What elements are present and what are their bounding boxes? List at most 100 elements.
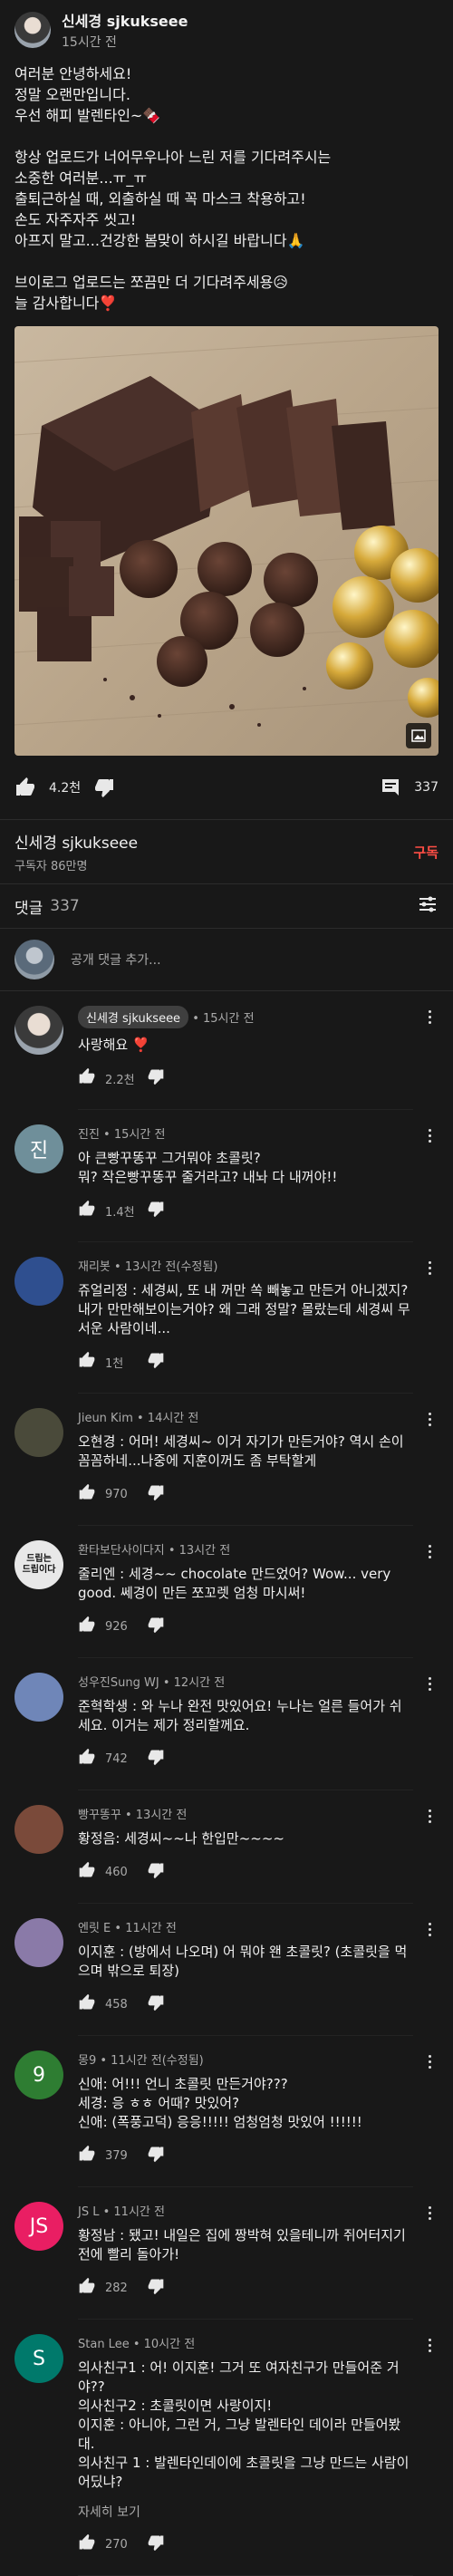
comment-author[interactable]: 환타보단사이다지 <box>78 1544 165 1558</box>
thumbs-up-icon[interactable] <box>78 1993 96 2015</box>
comment-text: 사랑해요 ❣️ <box>78 1037 149 1053</box>
thumbs-down-icon[interactable] <box>147 1351 165 1373</box>
commenter-avatar[interactable] <box>14 1408 63 1457</box>
comment-author[interactable]: 몽9 <box>78 2054 96 2068</box>
comment-author[interactable]: 재리봇 <box>78 1260 111 1274</box>
more-options-icon[interactable] <box>420 2050 439 2072</box>
comment-text: 황정음: 세경씨~~나 한입만~~~~ <box>78 1830 285 1847</box>
thumbs-up-icon[interactable] <box>78 1483 96 1505</box>
commenter-avatar[interactable]: JS <box>14 2202 63 2251</box>
commenter-avatar[interactable]: 9 <box>14 2050 63 2099</box>
thumbs-down-icon[interactable] <box>147 2533 165 2555</box>
thumbs-down-icon[interactable] <box>147 1483 165 1505</box>
comments-total: 337 <box>50 897 80 915</box>
post-body-text: 여러분 안녕하세요! 정말 오랜만입니다. 우선 해피 발렌타인~🍫 항상 업로… <box>14 65 332 312</box>
more-options-icon[interactable] <box>420 1006 439 1028</box>
meta-separator: • <box>111 1922 126 1935</box>
channel-name[interactable]: 신세경 sjkukseee <box>14 830 138 853</box>
meta-separator: • <box>129 2338 144 2351</box>
commenter-avatar[interactable]: S <box>14 2334 63 2383</box>
thumbs-down-icon[interactable] <box>147 2145 165 2166</box>
comment-meta: 성우진Sung WJ • 12시간 전 <box>78 1673 413 1690</box>
add-comment-input[interactable]: 공개 댓글 추가... <box>71 950 161 969</box>
thumbs-up-icon[interactable] <box>78 1861 96 1883</box>
commenter-avatar[interactable]: 진 <box>14 1124 63 1173</box>
more-options-icon[interactable] <box>420 1673 439 1694</box>
thumbs-up-icon[interactable] <box>78 1067 96 1089</box>
more-options-icon[interactable] <box>420 2202 439 2224</box>
more-options-icon[interactable] <box>420 1540 439 1562</box>
comment-like-count: 270 <box>105 2537 128 2552</box>
comment-author[interactable]: 엔릿 E <box>78 1922 111 1935</box>
author-avatar[interactable] <box>14 12 51 48</box>
post-action-bar: 4.2천 337 <box>0 756 453 819</box>
thumbs-up-icon[interactable] <box>78 2277 96 2299</box>
more-options-icon[interactable] <box>420 2334 439 2356</box>
more-options-icon[interactable] <box>420 1408 439 1430</box>
comment-text: 의사친구1 : 어! 이지훈! 그거 또 여자친구가 만들어준 거야?? 의사친… <box>78 2359 410 2490</box>
meta-separator: • <box>120 1809 136 1822</box>
thumbs-down-icon[interactable] <box>147 1861 165 1883</box>
comment-time: 14시간 전 <box>147 1412 199 1425</box>
post-image[interactable] <box>14 326 439 756</box>
comment-author[interactable]: 성우진Sung WJ <box>78 1676 159 1690</box>
comment-text: 준혁학생 : 와 누나 완전 맛있어요! 누나는 얼른 들어가 쉬세요. 이거는… <box>78 1698 402 1733</box>
comment-icon <box>382 779 400 796</box>
more-options-icon[interactable] <box>420 1257 439 1278</box>
comments-button[interactable]: 337 <box>380 777 439 798</box>
commenter-avatar[interactable] <box>14 1805 63 1854</box>
thumbs-up-icon[interactable] <box>78 2533 96 2555</box>
post-author-name[interactable]: 신세경 sjkukseee <box>62 9 188 31</box>
more-options-icon[interactable] <box>420 1124 439 1146</box>
image-icon[interactable] <box>406 723 431 748</box>
commenter-avatar[interactable] <box>14 1918 63 1967</box>
read-more-link[interactable]: 자세히 보기 <box>78 2503 413 2521</box>
thumbs-up-icon <box>16 777 34 796</box>
comment-author[interactable]: 빵꾸똥꾸 <box>78 1809 121 1822</box>
thumbs-down-icon[interactable] <box>147 2277 165 2299</box>
comment-author[interactable]: 진진 <box>78 1128 100 1142</box>
comment-item: JS JS L • 11시간 전 황정남 : 됐고! 내일은 집에 짱박혀 있을테니… <box>0 2187 453 2320</box>
channel-row: 신세경 sjkukseee 구독자 86만명 구독 <box>0 820 453 883</box>
thumbs-down-icon[interactable] <box>147 1067 165 1089</box>
more-options-icon[interactable] <box>420 1918 439 1940</box>
sort-icon[interactable] <box>417 893 439 919</box>
comment-author[interactable]: JS L <box>78 2205 99 2219</box>
thumbs-up-icon[interactable] <box>78 1351 96 1373</box>
post-header: 신세경 sjkukseee 15시간 전 <box>0 0 453 58</box>
thumbs-up-icon[interactable] <box>78 1748 96 1770</box>
meta-separator: • <box>132 1412 148 1425</box>
thumbs-down-icon[interactable] <box>147 1748 165 1770</box>
dislike-button[interactable] <box>93 777 115 798</box>
thumbs-down-icon[interactable] <box>147 1200 165 1221</box>
comment-like-count: 970 <box>105 1487 128 1501</box>
thumbs-down-icon[interactable] <box>147 1616 165 1637</box>
comment-item: 신세경 sjkukseee • 15시간 전 사랑해요 ❣️ 2.2천 <box>0 991 453 1110</box>
commenter-avatar[interactable]: 드립는 드립이다 <box>14 1540 63 1589</box>
comment-text: 아 큰빵꾸똥꾸 그거뭐야 초콜릿? 뭐? 작은빵꾸똥꾸 줄거라고? 내놔 다 내… <box>78 1150 338 1185</box>
commenter-avatar[interactable] <box>14 1006 63 1055</box>
comment-author[interactable]: Jieun Kim <box>78 1412 133 1425</box>
commenter-avatar[interactable] <box>14 1257 63 1306</box>
thumbs-up-icon[interactable] <box>78 1616 96 1637</box>
subscribe-button[interactable]: 구독 <box>413 843 439 862</box>
post-timestamp: 15시간 전 <box>62 35 117 50</box>
thumbs-up-icon[interactable] <box>78 1200 96 1221</box>
comment-meta: 몽9 • 11시간 전(수정됨) <box>78 2050 413 2068</box>
comment-count: 337 <box>414 780 439 795</box>
comment-author[interactable]: 신세경 sjkukseee <box>78 1006 189 1028</box>
thumbs-down-icon[interactable] <box>147 1993 165 2015</box>
comment-meta: 신세경 sjkukseee • 15시간 전 <box>78 1006 413 1028</box>
more-options-icon[interactable] <box>420 1805 439 1827</box>
thumbs-up-icon[interactable] <box>78 2145 96 2166</box>
thumbs-down-icon <box>95 779 114 797</box>
comment-item: 드립는 드립이다 환타보단사이다지 • 13시간 전 줄리엔 : 세경~~ choc… <box>0 1526 453 1658</box>
commenter-avatar[interactable] <box>14 1673 63 1722</box>
comment-actions: 1.4천 <box>78 1189 413 1232</box>
meta-separator: • <box>188 1012 203 1026</box>
user-avatar <box>14 940 54 979</box>
comment-time: 10시간 전 <box>143 2338 196 2351</box>
comments-header: 댓글 337 <box>0 884 453 928</box>
comment-author[interactable]: Stan Lee <box>78 2338 130 2351</box>
like-button[interactable]: 4.2천 <box>14 777 81 798</box>
